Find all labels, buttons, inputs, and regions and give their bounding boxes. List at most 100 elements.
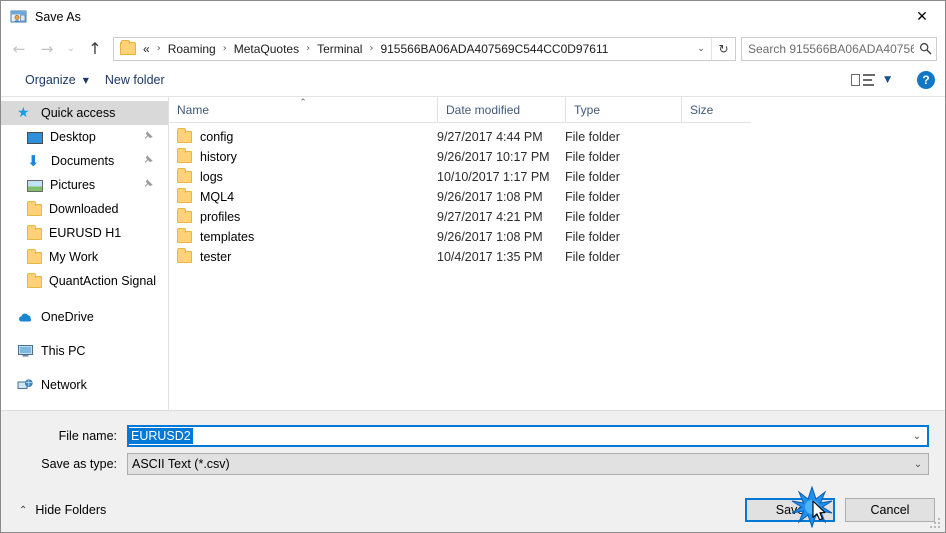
table-row[interactable]: history 9/26/2017 10:17 PM File folder: [169, 147, 945, 167]
save-as-icon: [10, 8, 27, 25]
table-row[interactable]: templates 9/26/2017 1:08 PM File folder: [169, 227, 945, 247]
sidebar-item-this-pc[interactable]: This PC: [1, 339, 168, 363]
sidebar-item-label: Network: [41, 378, 87, 392]
sidebar-item-desktop[interactable]: Desktop: [1, 125, 168, 149]
change-view-button[interactable]: ▼: [847, 71, 895, 89]
address-bar[interactable]: « › Roaming › MetaQuotes › Terminal › 91…: [113, 36, 736, 61]
file-name: config: [200, 130, 234, 144]
sidebar-item-eurusd-h1[interactable]: EURUSD H1: [1, 221, 168, 245]
cancel-button[interactable]: Cancel: [845, 498, 935, 522]
navigation-bar: ← → ⌄ ↑ « › Roaming › MetaQuotes › Termi…: [1, 33, 945, 64]
pin-icon[interactable]: [143, 178, 154, 192]
pin-icon[interactable]: [143, 130, 154, 144]
sidebar-item-quantaction-signal[interactable]: QuantAction Signal: [1, 269, 168, 293]
file-name-cell: MQL4: [169, 188, 437, 204]
column-header-date-modified[interactable]: Date modified: [437, 97, 565, 122]
dialog-footer: ⌃ Hide Folders Save Cancel: [1, 488, 945, 532]
sidebar-item-label: QuantAction Signal: [49, 274, 157, 288]
table-row[interactable]: profiles 9/27/2017 4:21 PM File folder: [169, 207, 945, 227]
sidebar-item-label: Downloaded: [49, 202, 119, 216]
folder-icon: [27, 273, 42, 288]
column-header-type[interactable]: Type: [565, 97, 681, 122]
chevron-down-icon[interactable]: ⌄: [908, 454, 928, 474]
sidebar-item-label: My Work: [49, 250, 99, 264]
file-name-cell: config: [169, 128, 437, 144]
type-cell: File folder: [565, 230, 620, 244]
up-icon[interactable]: ↑: [81, 36, 109, 62]
chevron-down-icon[interactable]: ⌄: [907, 427, 927, 445]
table-row[interactable]: config 9/27/2017 4:44 PM File folder: [169, 127, 945, 147]
date-modified-cell: 10/4/2017 1:35 PM: [437, 250, 543, 264]
chevron-up-icon: ⌃: [19, 504, 28, 516]
pin-icon[interactable]: [143, 154, 154, 168]
save-form: File name: EURUSD2 ⌄ Save as type: ASCII…: [1, 410, 945, 488]
file-name: history: [200, 150, 237, 164]
breadcrumb-terminal[interactable]: Terminal: [315, 42, 364, 56]
search-placeholder: Search 915566BA06ADA40756...: [748, 41, 914, 56]
sidebar-item-onedrive[interactable]: OneDrive: [1, 305, 168, 329]
close-icon[interactable]: ✕: [899, 1, 945, 32]
sidebar-item-documents[interactable]: ⬇ Documents: [1, 149, 168, 173]
breadcrumb-separator-icon: ›: [222, 43, 227, 54]
column-header-name[interactable]: ⌃ Name: [169, 97, 437, 122]
save-as-type-label: Save as type:: [41, 457, 117, 471]
date-modified-cell: 9/27/2017 4:21 PM: [437, 210, 543, 224]
search-icon[interactable]: [914, 42, 936, 55]
date-modified-cell: 9/26/2017 1:08 PM: [437, 190, 543, 204]
hide-folders-button[interactable]: ⌃ Hide Folders: [13, 499, 112, 521]
sidebar-item-downloaded[interactable]: Downloaded: [1, 197, 168, 221]
chevron-down-icon[interactable]: ▼: [884, 75, 891, 85]
folder-icon: [27, 249, 42, 264]
sidebar-item-quick-access[interactable]: ★ Quick access: [1, 101, 168, 125]
breadcrumb-metaquotes[interactable]: MetaQuotes: [232, 42, 301, 56]
sidebar-item-my-work[interactable]: My Work: [1, 245, 168, 269]
help-icon[interactable]: ?: [917, 71, 935, 89]
breadcrumb-root[interactable]: «: [141, 42, 152, 56]
folder-icon: [177, 148, 192, 163]
file-name-cell: templates: [169, 228, 437, 244]
breadcrumb-current-folder[interactable]: 915566BA06ADA407569C544CC0D97611: [378, 42, 610, 56]
table-row[interactable]: tester 10/4/2017 1:35 PM File folder: [169, 247, 945, 267]
chevron-down-icon[interactable]: ⌄: [692, 38, 710, 60]
breadcrumb-roaming[interactable]: Roaming: [166, 42, 218, 56]
star-icon: ★: [17, 105, 30, 121]
recent-locations-icon[interactable]: ⌄: [61, 36, 81, 62]
organize-button[interactable]: Organize ▼: [17, 70, 97, 90]
sidebar-item-pictures[interactable]: Pictures: [1, 173, 168, 197]
save-button[interactable]: Save: [745, 498, 835, 522]
file-name-cell: tester: [169, 248, 437, 264]
date-modified-cell: 10/10/2017 1:17 PM: [437, 170, 550, 184]
file-name: logs: [200, 170, 223, 184]
search-input[interactable]: Search 915566BA06ADA40756...: [741, 36, 937, 61]
column-header-size[interactable]: Size: [681, 97, 751, 122]
sidebar-item-label: This PC: [41, 344, 86, 358]
hide-folders-label: Hide Folders: [35, 503, 107, 517]
folder-icon: [177, 168, 192, 183]
file-name: templates: [200, 230, 255, 244]
save-as-type-select[interactable]: ASCII Text (*.csv) ⌄: [127, 453, 929, 475]
pictures-icon: [27, 180, 43, 192]
column-label: Type: [574, 102, 601, 117]
file-name: profiles: [200, 210, 241, 224]
file-name-row: File name: EURUSD2 ⌄: [17, 425, 929, 447]
table-row[interactable]: MQL4 9/26/2017 1:08 PM File folder: [169, 187, 945, 207]
save-as-type-value: ASCII Text (*.csv): [132, 457, 230, 471]
file-name-cell: history: [169, 148, 437, 164]
forward-icon[interactable]: →: [33, 36, 61, 62]
column-label: Size: [690, 102, 714, 117]
sidebar-item-label: Pictures: [50, 178, 96, 192]
back-icon[interactable]: ←: [5, 36, 33, 62]
folder-icon: [27, 201, 42, 216]
refresh-icon[interactable]: ↻: [711, 37, 735, 60]
file-name-input[interactable]: EURUSD2 ⌄: [127, 425, 929, 447]
sidebar-item-network[interactable]: Network: [1, 373, 168, 397]
network-icon: [17, 377, 34, 393]
this-pc-icon: [17, 343, 34, 359]
resize-grip[interactable]: [930, 518, 942, 530]
window-title: Save As: [35, 9, 81, 24]
type-cell: File folder: [565, 150, 620, 164]
dialog-body: ★ Quick access Desktop ⬇ Documents Pictu…: [1, 97, 945, 410]
table-row[interactable]: logs 10/10/2017 1:17 PM File folder: [169, 167, 945, 187]
folder-icon: [177, 128, 192, 143]
new-folder-button[interactable]: New folder: [97, 70, 173, 90]
